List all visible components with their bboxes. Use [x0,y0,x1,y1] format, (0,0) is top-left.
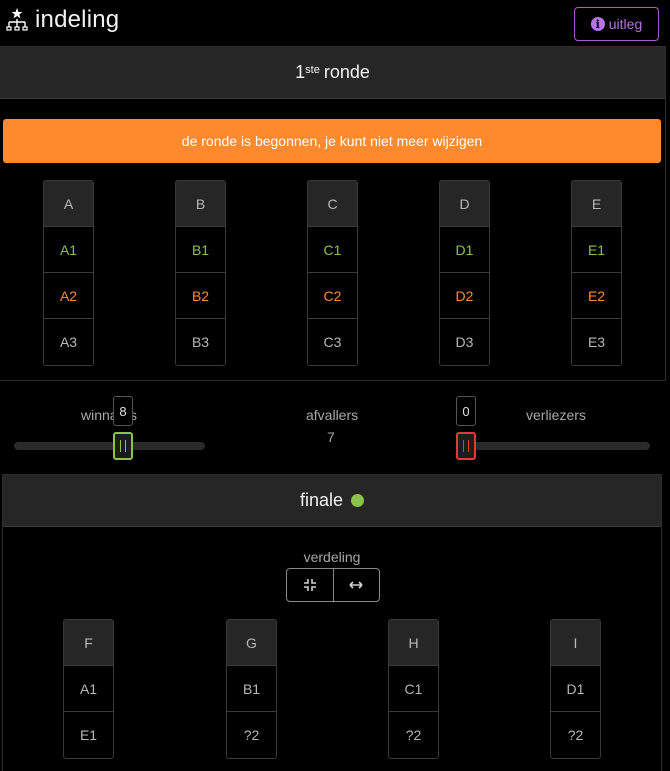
verdeling-toggle [286,568,380,602]
winners-value-tooltip: 8 [113,396,133,426]
group-slot: A2 [44,273,93,319]
group-card-g: G B1 ?2 [226,619,277,759]
round-number: 1 [295,62,306,82]
afvallers-label: afvallers [306,407,359,423]
group-slot: B1 [176,227,225,273]
uitleg-button[interactable]: i uitleg [574,7,659,41]
group-slot: A1 [64,666,113,712]
group-slot: D1 [440,227,489,273]
round-header: 1 ste ronde [0,47,665,99]
group-header: A [44,181,93,227]
group-slot: D1 [551,666,600,712]
status-dot-icon [351,494,365,507]
group-slot: C1 [389,666,438,712]
group-card-e: E E1 E2 E3 [571,180,622,366]
round-ordinal-suffix: ste [305,63,320,76]
group-slot: E1 [79,727,98,743]
group-card-h: H C1 ?2 [388,619,439,759]
group-card-i: I D1 ?2 [550,619,601,759]
top-bar: indeling i uitleg [0,0,670,46]
group-card-f: F A1 E1 [63,619,114,759]
group-slot: ?2 [405,727,422,743]
uitleg-label: uitleg [608,16,643,32]
expand-button[interactable] [332,569,380,601]
group-header: C [308,181,357,227]
group-slot: A1 [44,227,93,273]
compress-icon [303,579,316,591]
group-slot: E2 [572,273,621,319]
losers-slider-track[interactable] [460,442,650,450]
losers-slider-handle[interactable] [456,432,476,460]
group-header: H [389,620,438,666]
losers-label: verliezers [526,407,586,423]
group-header: F [64,620,113,666]
round-panel: 1 ste ronde de ronde is begonnen, je kunt … [0,46,666,381]
finale-header: finale [3,475,661,527]
group-card-a: A A1 A2 A3 [43,180,94,366]
bracket-tree-icon [6,8,28,31]
group-slot: B2 [176,273,225,319]
group-slot: A3 [59,334,78,350]
group-header: D [440,181,489,227]
winners-slider-track[interactable] [14,442,205,450]
verdeling-label: verdeling [303,549,361,565]
group-slot: C2 [308,273,357,319]
group-card-b: B B1 B2 B3 [175,180,226,366]
round-title: ronde [323,62,370,82]
winners-slider-handle[interactable] [113,432,133,460]
group-slot: E3 [587,334,606,350]
group-header: G [227,620,276,666]
group-slot: C1 [308,227,357,273]
group-slot: B3 [191,334,210,350]
page-title: indeling [35,6,120,33]
group-card-c: C C1 C2 C3 [307,180,358,366]
group-slot: ?2 [243,727,260,743]
group-slot: ?2 [567,727,584,743]
group-header: B [176,181,225,227]
group-card-d: D D1 D2 D3 [439,180,490,366]
compress-button[interactable] [287,569,333,601]
locked-alert: de ronde is begonnen, je kunt niet meer … [3,119,661,163]
finale-title: finale [299,490,344,510]
afvallers-value: 7 [327,429,335,445]
group-slot: B1 [227,666,276,712]
group-slot: C3 [323,334,342,350]
arrows-horizontal-icon [349,581,363,589]
group-header: I [551,620,600,666]
group-slot: E1 [572,227,621,273]
group-slot: D3 [455,334,474,350]
group-slot: D2 [440,273,489,319]
losers-value-tooltip: 0 [456,396,476,426]
info-icon: i [590,17,605,31]
group-header: E [572,181,621,227]
finale-panel: finale verdeling F A1 E1 G B1 ?2 H C1 ?2… [2,474,662,771]
